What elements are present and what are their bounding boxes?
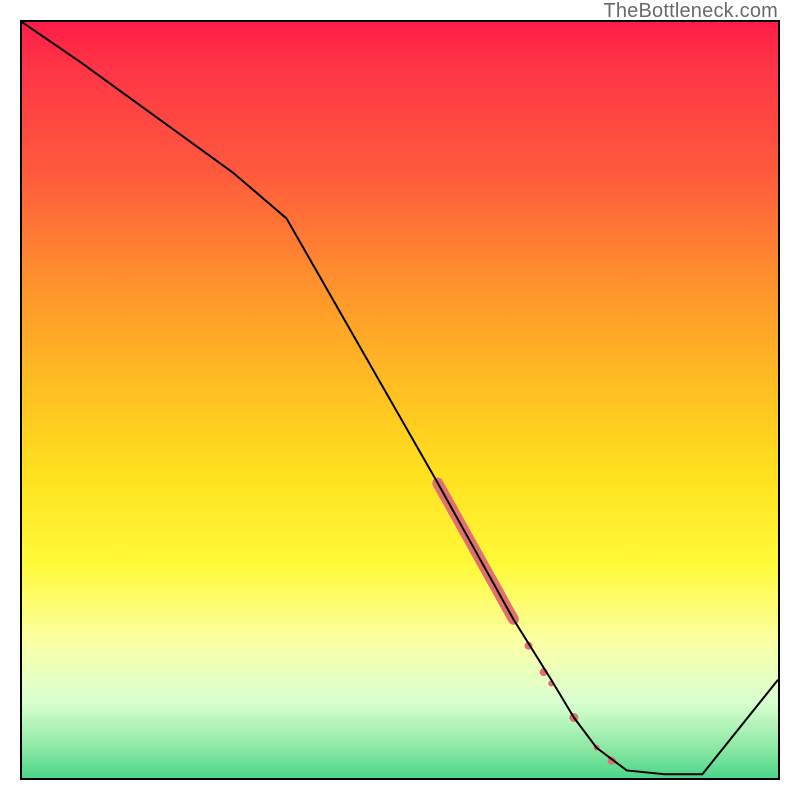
curve-line	[22, 22, 778, 774]
chart-root: TheBottleneck.com	[0, 0, 800, 800]
chart-svg	[22, 22, 778, 778]
plot-area	[20, 20, 780, 780]
